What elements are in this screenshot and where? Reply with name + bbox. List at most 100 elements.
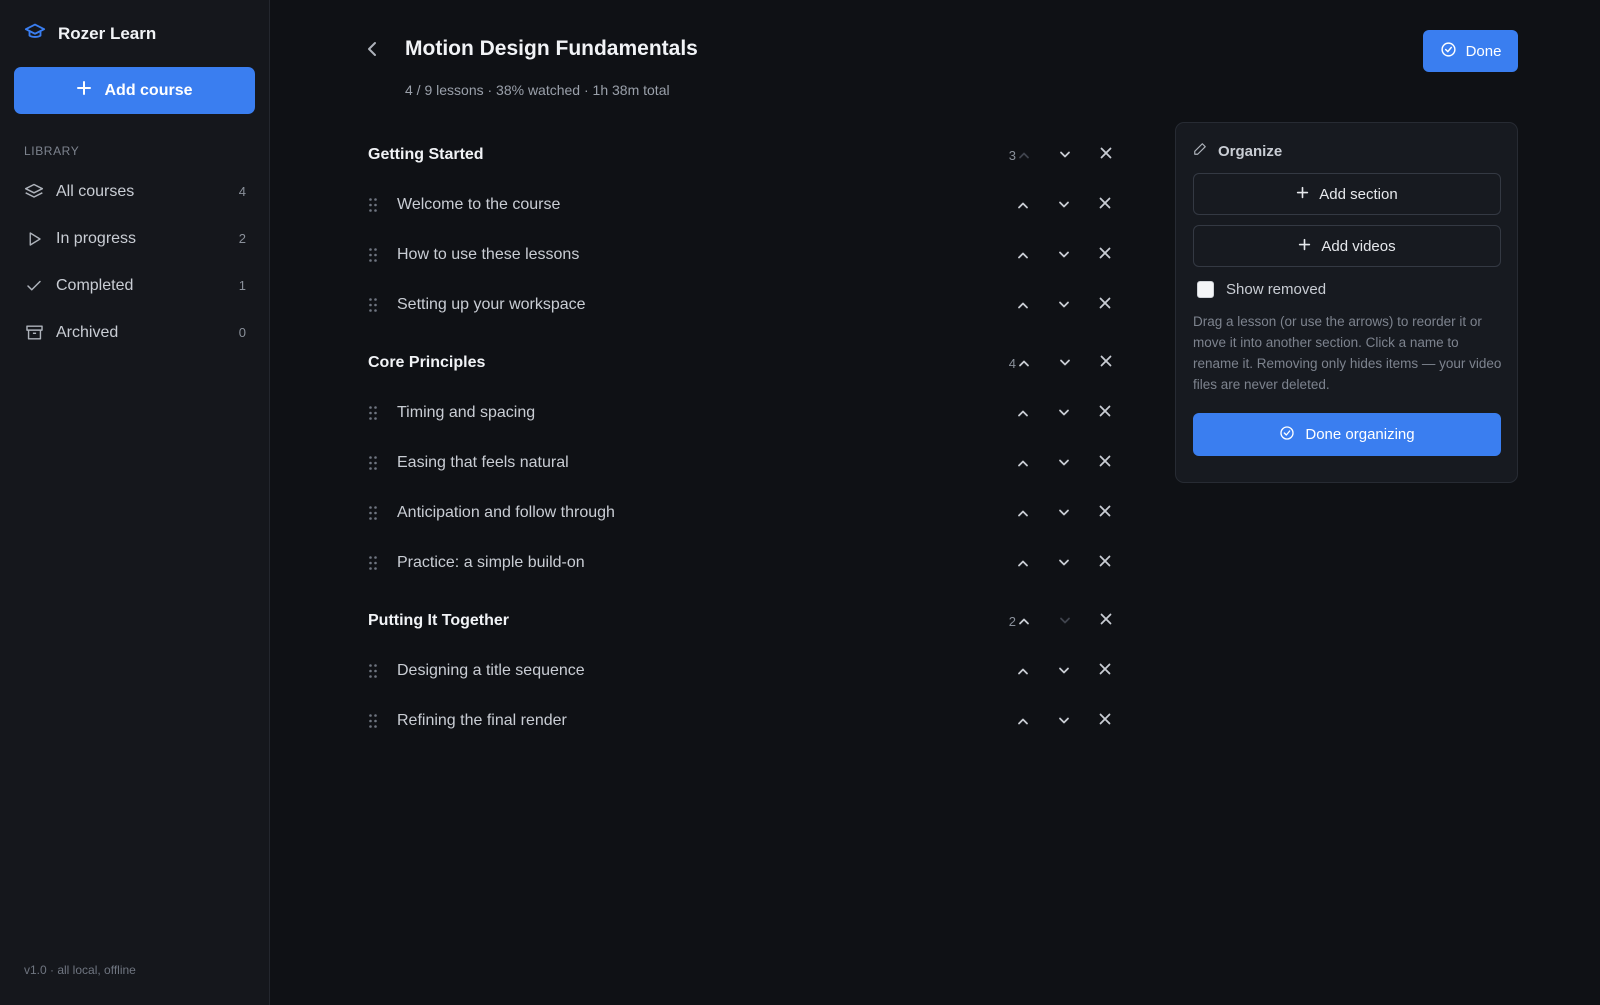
- section-title[interactable]: Getting Started: [368, 146, 484, 164]
- drag-handle-icon[interactable]: [368, 247, 378, 263]
- sidebar-item-in-progress[interactable]: In progress 2: [0, 215, 270, 262]
- add-videos-button[interactable]: Add videos: [1193, 225, 1501, 267]
- lesson-row[interactable]: Practice: a simple build-on: [368, 538, 1400, 588]
- chevron-up-icon: [1018, 146, 1030, 164]
- lesson-title[interactable]: Timing and spacing: [397, 404, 535, 422]
- move-up-button[interactable]: [1002, 657, 1043, 685]
- lesson-row[interactable]: Refining the final render: [368, 696, 1400, 746]
- lesson-title[interactable]: Anticipation and follow through: [397, 504, 615, 522]
- back-button[interactable]: [364, 41, 380, 61]
- sidebar-item-archived[interactable]: Archived 0: [0, 309, 270, 356]
- move-down-button[interactable]: [1043, 657, 1084, 685]
- remove-button[interactable]: [1084, 499, 1125, 527]
- close-icon: [1099, 404, 1111, 422]
- chevron-up-icon: [1017, 504, 1029, 522]
- drag-handle-icon[interactable]: [368, 663, 378, 679]
- lesson-title[interactable]: Practice: a simple build-on: [397, 554, 585, 572]
- add-course-button[interactable]: Add course: [14, 67, 255, 114]
- drag-handle-icon[interactable]: [368, 455, 378, 471]
- remove-button[interactable]: [1084, 549, 1125, 577]
- sidebar-item-completed[interactable]: Completed 1: [0, 262, 270, 309]
- lesson-row[interactable]: Designing a title sequence: [368, 646, 1400, 696]
- done-organizing-button[interactable]: Done organizing: [1193, 413, 1501, 456]
- chevron-left-icon: [366, 40, 378, 63]
- move-up-button[interactable]: [1002, 399, 1043, 427]
- organize-panel: Organize Add section Add videos Show rem…: [1175, 122, 1518, 483]
- remove-button[interactable]: [1085, 141, 1126, 169]
- remove-button[interactable]: [1085, 349, 1126, 377]
- move-down-button: [1044, 607, 1085, 635]
- lesson-title[interactable]: Welcome to the course: [397, 196, 560, 214]
- move-down-button[interactable]: [1043, 191, 1084, 219]
- drag-handle-icon[interactable]: [368, 713, 378, 729]
- drag-handle-icon[interactable]: [368, 405, 378, 421]
- chevron-up-icon: [1017, 454, 1029, 472]
- remove-button[interactable]: [1084, 707, 1125, 735]
- move-down-button[interactable]: [1043, 707, 1084, 735]
- remove-button[interactable]: [1085, 607, 1126, 635]
- remove-button[interactable]: [1084, 241, 1125, 269]
- lesson-title[interactable]: Easing that feels natural: [397, 454, 569, 472]
- check-circle-icon: [1440, 41, 1457, 62]
- remove-button[interactable]: [1084, 399, 1125, 427]
- move-up-button: [1003, 141, 1044, 169]
- plus-icon: [76, 80, 92, 101]
- move-up-button[interactable]: [1002, 707, 1043, 735]
- sidebar-item-all-courses[interactable]: All courses 4: [0, 168, 270, 215]
- lesson-title[interactable]: How to use these lessons: [397, 246, 579, 264]
- drag-handle-icon[interactable]: [368, 197, 378, 213]
- move-up-button[interactable]: [1002, 241, 1043, 269]
- move-down-button[interactable]: [1044, 141, 1085, 169]
- drag-handle-icon[interactable]: [368, 555, 378, 571]
- chevron-down-icon: [1058, 196, 1070, 214]
- move-down-button[interactable]: [1043, 241, 1084, 269]
- move-down-button[interactable]: [1043, 549, 1084, 577]
- move-up-button[interactable]: [1002, 549, 1043, 577]
- sidebar-item-count: 4: [238, 184, 246, 199]
- section-title[interactable]: Core Principles: [368, 354, 485, 372]
- lesson-title[interactable]: Designing a title sequence: [397, 662, 585, 680]
- chevron-down-icon: [1058, 662, 1070, 680]
- move-down-button[interactable]: [1043, 499, 1084, 527]
- drag-handle-icon[interactable]: [368, 297, 378, 313]
- plus-icon: [1296, 186, 1309, 203]
- move-up-button[interactable]: [1003, 349, 1044, 377]
- chevron-up-icon: [1017, 662, 1029, 680]
- move-down-button[interactable]: [1044, 349, 1085, 377]
- close-icon: [1100, 354, 1112, 372]
- page-title[interactable]: Motion Design Fundamentals: [405, 37, 698, 61]
- brand[interactable]: Rozer Learn: [24, 20, 156, 47]
- lesson-title[interactable]: Setting up your workspace: [397, 296, 586, 314]
- move-up-button[interactable]: [1002, 449, 1043, 477]
- chevron-down-icon: [1059, 146, 1071, 164]
- close-icon: [1099, 662, 1111, 680]
- show-removed-checkbox[interactable]: [1197, 281, 1214, 298]
- row-controls: [1002, 191, 1125, 219]
- move-down-button[interactable]: [1043, 399, 1084, 427]
- section-title[interactable]: Putting It Together: [368, 612, 509, 630]
- move-up-button[interactable]: [1002, 191, 1043, 219]
- move-down-button[interactable]: [1043, 449, 1084, 477]
- row-controls: [1002, 399, 1125, 427]
- section-header: Putting It Together 2: [368, 596, 1400, 646]
- library-nav: All courses 4 In progress 2 Completed 1 …: [0, 168, 270, 356]
- sidebar-item-count: 2: [238, 231, 246, 246]
- chevron-up-icon: [1017, 404, 1029, 422]
- drag-handle-icon[interactable]: [368, 505, 378, 521]
- remove-button[interactable]: [1084, 657, 1125, 685]
- chevron-down-icon: [1059, 354, 1071, 372]
- show-removed-toggle[interactable]: Show removed: [1197, 281, 1326, 298]
- move-up-button[interactable]: [1002, 291, 1043, 319]
- lesson-row[interactable]: Anticipation and follow through: [368, 488, 1400, 538]
- move-up-button[interactable]: [1003, 607, 1044, 635]
- add-section-button[interactable]: Add section: [1193, 173, 1501, 215]
- done-button[interactable]: Done: [1423, 30, 1518, 72]
- chevron-down-icon: [1058, 246, 1070, 264]
- move-up-button[interactable]: [1002, 499, 1043, 527]
- move-down-button[interactable]: [1043, 291, 1084, 319]
- remove-button[interactable]: [1084, 191, 1125, 219]
- remove-button[interactable]: [1084, 449, 1125, 477]
- lesson-title[interactable]: Refining the final render: [397, 712, 567, 730]
- remove-button[interactable]: [1084, 291, 1125, 319]
